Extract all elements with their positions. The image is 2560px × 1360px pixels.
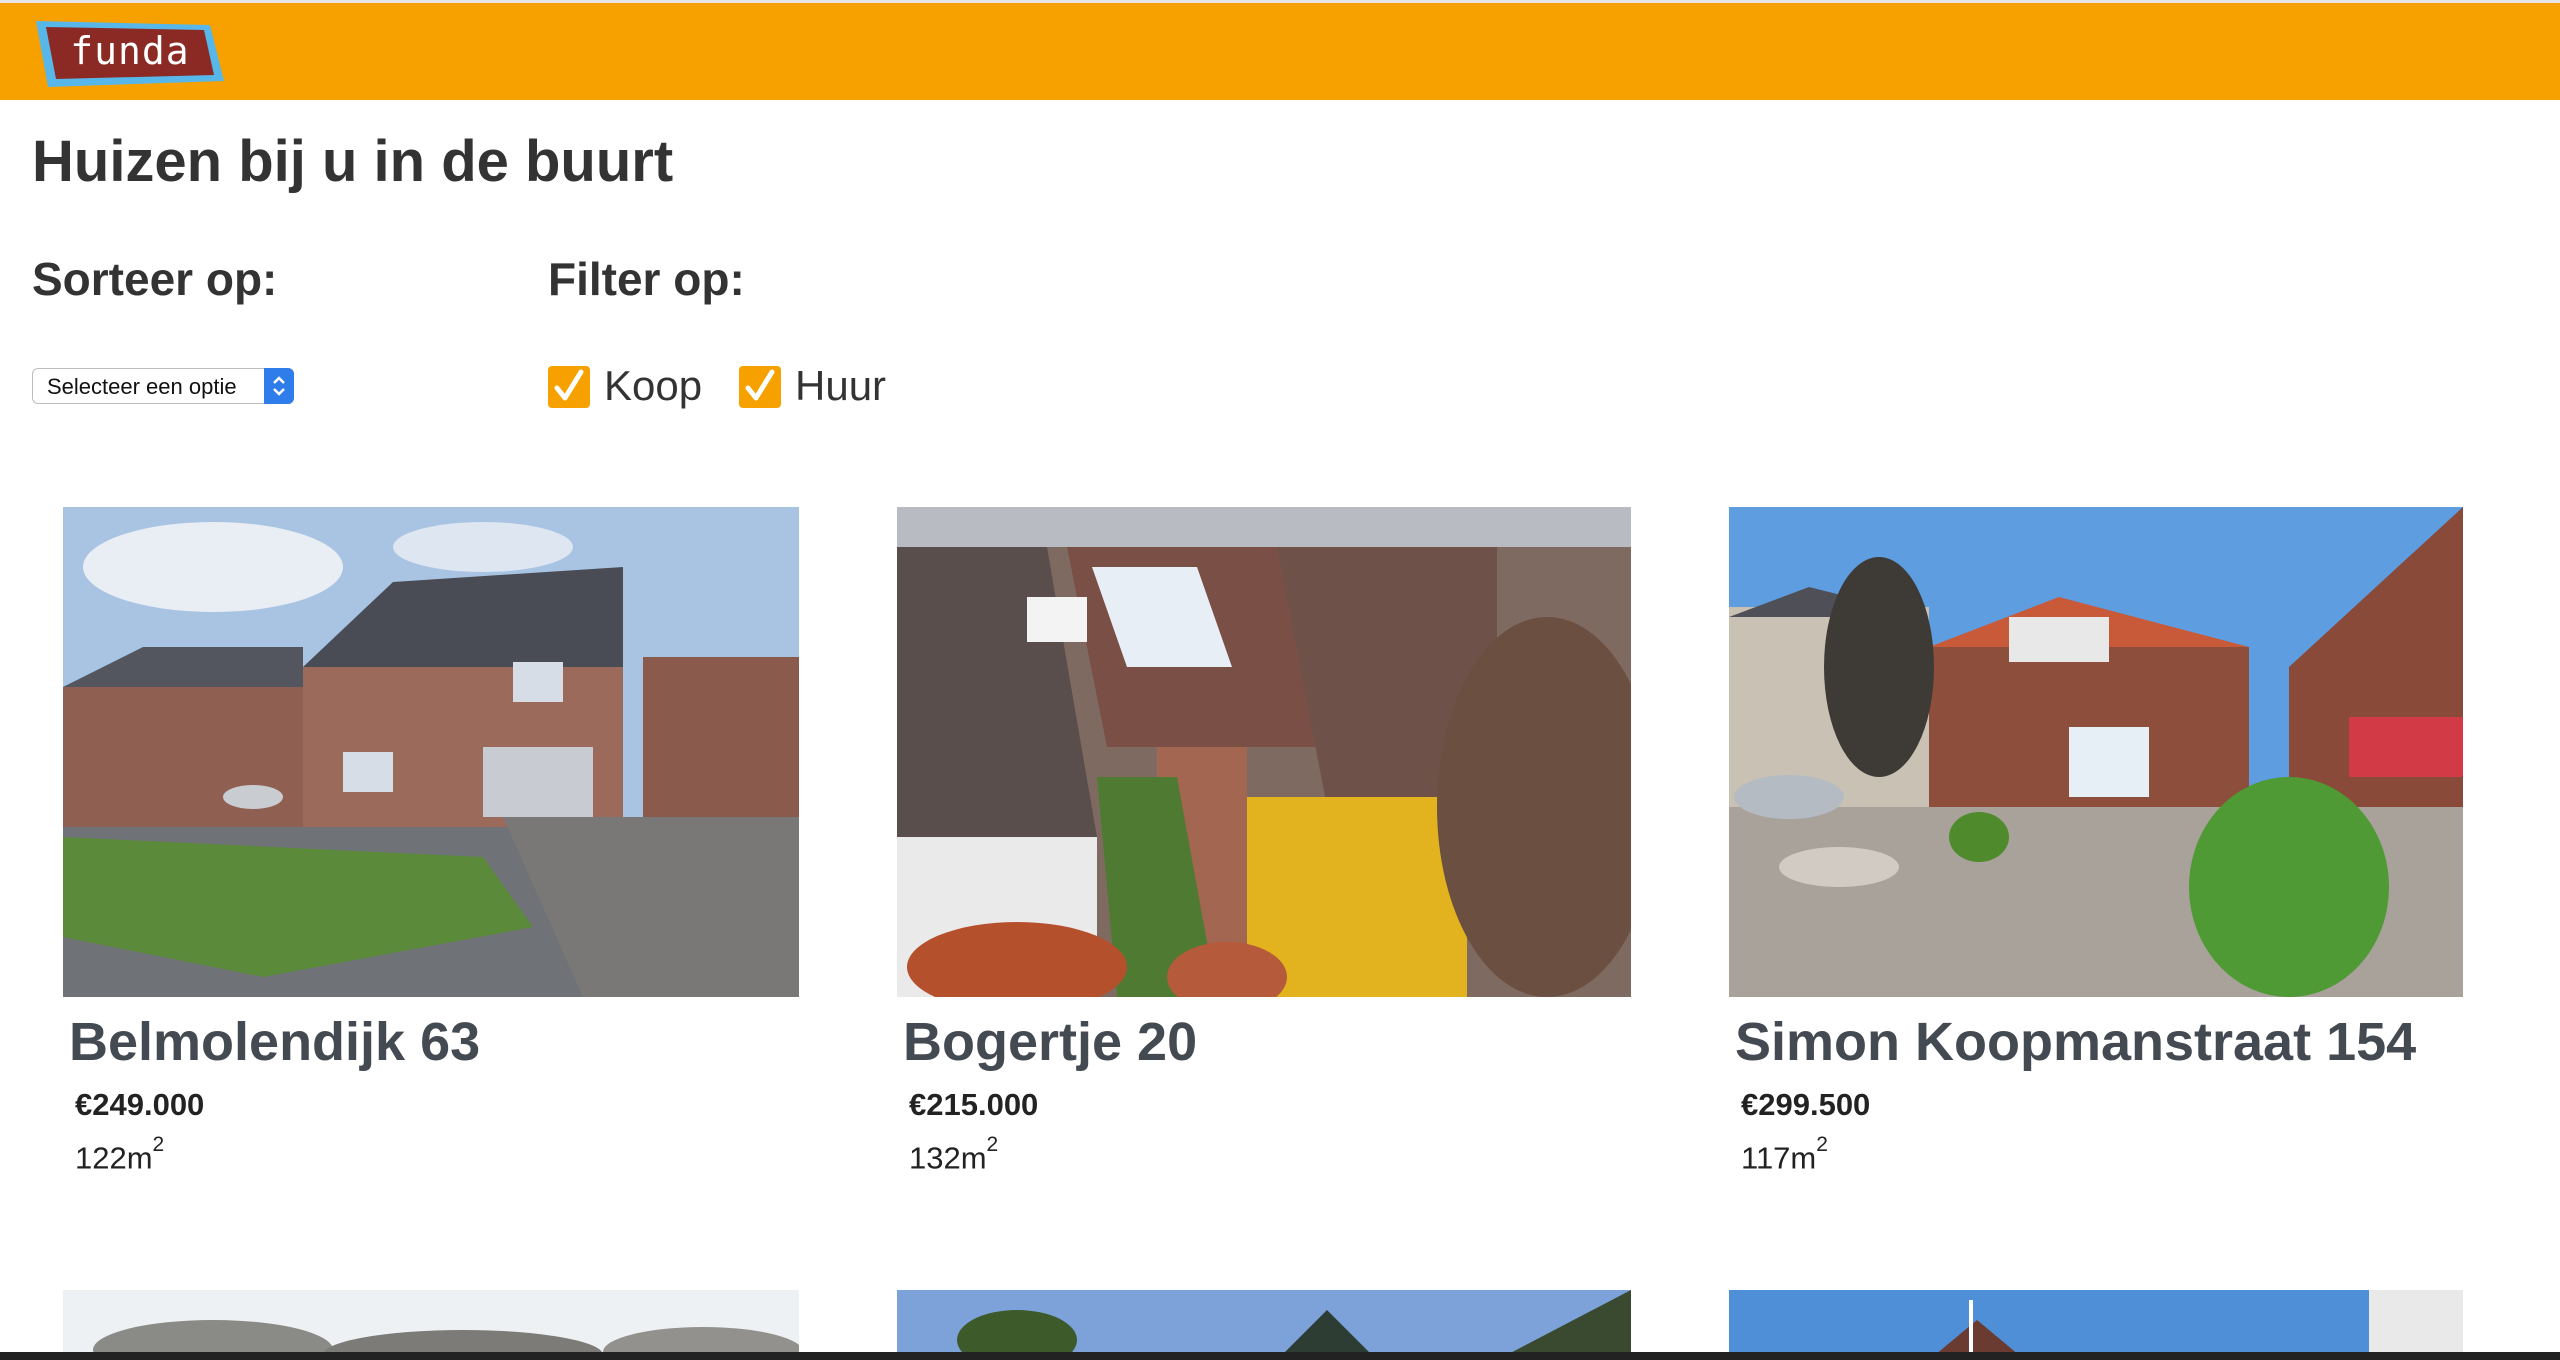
koop-checkbox[interactable] <box>548 366 590 408</box>
check-icon <box>745 369 775 401</box>
listing-area-value: 122m <box>75 1140 153 1176</box>
listing-area: 132m2 <box>909 1133 998 1176</box>
listing-photo[interactable] <box>897 507 1633 997</box>
listing-photo[interactable] <box>1729 507 2463 997</box>
page-title: Huizen bij u in de buurt <box>32 129 674 194</box>
listing-price: €215.000 <box>909 1087 1039 1122</box>
filter-label: Filter op: <box>548 253 745 305</box>
area-exponent: 2 <box>1816 1133 1828 1156</box>
huur-checkbox[interactable] <box>739 366 781 408</box>
funda-logo[interactable]: funda <box>34 19 226 89</box>
area-exponent: 2 <box>152 1133 165 1156</box>
top-bar: funda <box>0 0 2560 100</box>
logo-text: funda <box>70 29 190 73</box>
sort-select-value: Selecteer een optie <box>47 374 237 399</box>
listing-price: €299.500 <box>1741 1087 1871 1122</box>
select-arrows-icon <box>264 368 294 404</box>
area-exponent: 2 <box>986 1133 999 1156</box>
check-icon <box>554 369 584 401</box>
listing-area-value: 117m <box>1741 1140 1817 1176</box>
koop-label: Koop <box>604 362 703 409</box>
listing-area: 122m2 <box>75 1133 164 1176</box>
listing-photo-partial[interactable] <box>1729 1290 2463 1360</box>
listing-address[interactable]: Bogertje 20 <box>903 1011 1197 1073</box>
listing-photo-partial[interactable] <box>897 1290 1631 1360</box>
window-bottom-edge <box>0 1352 2560 1360</box>
listing-card[interactable]: Simon Koopmanstraat 154 €299.500 117m2 <box>1729 507 2463 1175</box>
sort-select[interactable]: Selecteer een optie <box>32 368 294 404</box>
huur-label: Huur <box>795 362 887 409</box>
listing-card[interactable]: Belmolendijk 63 €249.000 122m2 <box>63 507 799 1175</box>
listing-address[interactable]: Belmolendijk 63 <box>69 1011 480 1073</box>
listing-area-value: 132m <box>909 1140 987 1176</box>
listing-photo-partial[interactable] <box>63 1290 799 1360</box>
sort-label: Sorteer op: <box>32 253 278 305</box>
listing-photo[interactable] <box>63 507 799 997</box>
listing-area: 117m2 <box>1741 1133 1828 1176</box>
listing-price: €249.000 <box>75 1087 205 1122</box>
listing-card[interactable]: Bogertje 20 €215.000 132m2 <box>897 507 1633 1175</box>
listing-address[interactable]: Simon Koopmanstraat 154 <box>1735 1011 2416 1073</box>
